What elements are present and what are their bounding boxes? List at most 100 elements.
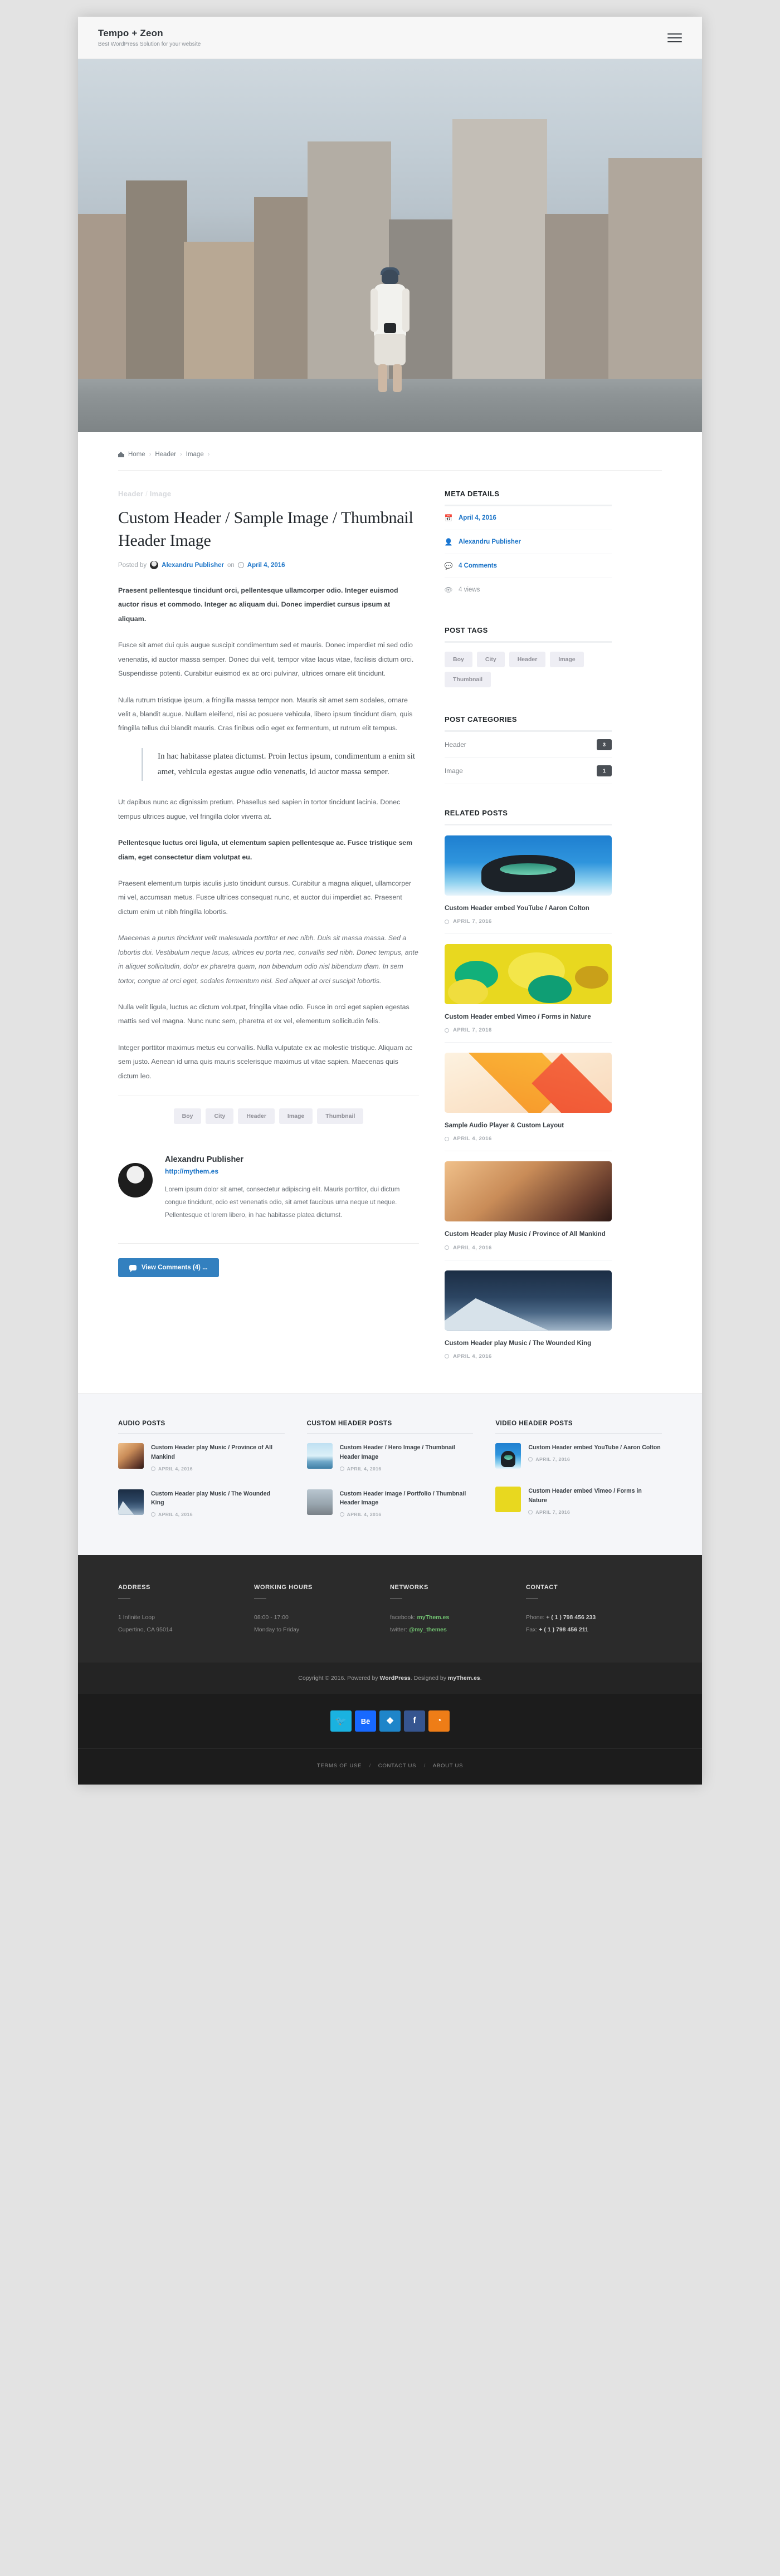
twitter-link[interactable]: @my_themes (409, 1626, 447, 1633)
list-item[interactable]: Custom Header play Music / The Wounded K… (118, 1480, 285, 1527)
post-date-link[interactable]: April 4, 2016 (247, 562, 285, 569)
related-post-date: APRIL 4, 2016 (445, 1353, 612, 1360)
tag-pill[interactable]: Image (550, 652, 584, 667)
list-item[interactable]: Custom Header Image / Portfolio / Thumbn… (306, 1480, 474, 1527)
behance-icon[interactable]: Bē (355, 1710, 376, 1732)
building (126, 180, 187, 381)
meta-detail-date[interactable]: 📅 April 4, 2016 (445, 506, 612, 530)
person-leg-right (393, 364, 402, 392)
footer-link-terms[interactable]: TERMS OF USE (317, 1763, 362, 1769)
twitter-icon[interactable]: 🐦 (330, 1710, 352, 1732)
related-post-thumbnail[interactable] (445, 1161, 612, 1222)
related-post-thumbnail[interactable] (445, 944, 612, 1005)
list-item[interactable]: Custom Header / Hero Image / Thumbnail H… (306, 1434, 474, 1480)
related-post-date-text: APRIL 4, 2016 (453, 1136, 492, 1142)
widget-related-posts: RELATED POSTS Custom Header embed YouTub… (445, 809, 612, 1368)
eyebrow-cat-1[interactable]: Header (118, 490, 143, 498)
comment-icon: 💬 (444, 562, 453, 570)
meta-date-link[interactable]: April 4, 2016 (459, 515, 496, 521)
divider (254, 1598, 266, 1600)
post-thumbnail[interactable] (118, 1489, 144, 1515)
footer-network-facebook[interactable]: facebook: myThem.es (390, 1611, 526, 1624)
label: Fax: (526, 1626, 539, 1634)
list-item[interactable]: Custom Header play Music / Province of A… (118, 1434, 285, 1480)
related-post-thumbnail[interactable] (445, 1053, 612, 1113)
footer-widget-title: AUDIO POSTS (118, 1420, 165, 1427)
post-thumbnail[interactable] (306, 1489, 333, 1515)
facebook-link[interactable]: myThem.es (417, 1614, 449, 1621)
related-post-item[interactable]: Sample Audio Player & Custom Layout APRI… (445, 1043, 612, 1152)
site-branding[interactable]: Tempo + Zeon Best WordPress Solution for… (98, 28, 201, 47)
meta-comments-link[interactable]: 4 Comments (459, 563, 497, 569)
label: facebook: (390, 1614, 417, 1621)
facebook-icon[interactable]: f (404, 1710, 425, 1732)
calendar-icon: 📅 (444, 514, 453, 522)
tag-pill[interactable]: Image (279, 1108, 313, 1125)
related-post-date-text: APRIL 7, 2016 (453, 1027, 492, 1034)
related-post-thumbnail[interactable] (445, 835, 612, 896)
posted-by-label: Posted by (118, 561, 147, 569)
tag-pill[interactable]: Thumbnail (317, 1108, 364, 1125)
related-post-item[interactable]: Custom Header embed Vimeo / Forms in Nat… (445, 934, 612, 1043)
tag-pill[interactable]: Thumbnail (445, 672, 491, 687)
tag-pill[interactable]: City (476, 652, 505, 667)
related-post-thumbnail[interactable] (445, 1270, 612, 1331)
related-post-date-text: APRIL 7, 2016 (453, 918, 492, 925)
widget-title: POST CATEGORIES (445, 715, 517, 724)
meta-detail-comments[interactable]: 💬 4 Comments (445, 554, 612, 578)
breadcrumb-header[interactable]: Header (155, 451, 176, 458)
related-post-item[interactable]: Custom Header play Music / Province of A… (445, 1151, 612, 1260)
tag-pill[interactable]: Boy (445, 652, 472, 667)
author-website-link[interactable]: http://mythem.es (165, 1167, 419, 1175)
wordpress-link[interactable]: WordPress (380, 1675, 411, 1682)
post-thumbnail[interactable] (495, 1486, 521, 1512)
breadcrumb: Home › Header › Image › (118, 451, 662, 458)
post-title: Custom Header play Music / The Wounded K… (151, 1490, 271, 1507)
paragraph: Praesent elementum turpis iaculis justo … (118, 879, 412, 916)
breadcrumb-home[interactable]: Home (128, 451, 145, 458)
post-body: Praesent pellentesque tincidunt orci, pe… (118, 584, 419, 1083)
footer-network-twitter[interactable]: twitter: @my_themes (390, 1624, 526, 1636)
post-thumbnail[interactable] (306, 1443, 333, 1469)
category-row[interactable]: Image 1 (445, 758, 612, 784)
meta-author-link[interactable]: Alexandru Publisher (459, 539, 521, 545)
chevron-right-icon: › (149, 451, 152, 458)
category-count: 1 (596, 765, 612, 776)
designer-link[interactable]: myThem.es (448, 1675, 480, 1682)
footer-link-about[interactable]: ABOUT US (433, 1763, 463, 1769)
paragraph: Fusce sit amet dui quis augue suscipit c… (118, 641, 414, 678)
person-arm-left (370, 289, 378, 332)
post-author-link[interactable]: Alexandru Publisher (162, 562, 224, 569)
post-date: APRIL 4, 2016 (151, 1512, 285, 1517)
footer-widget-title: VIDEO HEADER POSTS (495, 1420, 573, 1427)
tag-pill[interactable]: Header (509, 652, 546, 667)
eyebrow-cat-2[interactable]: Image (150, 490, 172, 498)
related-post-item[interactable]: Custom Header embed YouTube / Aaron Colt… (445, 825, 612, 935)
tag-pill[interactable]: Boy (173, 1108, 202, 1125)
tag-pill[interactable]: Header (238, 1108, 275, 1125)
site-title: Tempo + Zeon (98, 28, 163, 39)
tag-pill[interactable]: City (206, 1108, 234, 1125)
related-post-item[interactable]: Custom Header play Music / The Wounded K… (445, 1260, 612, 1368)
post-title: Custom Header / Hero Image / Thumbnail H… (339, 1444, 455, 1460)
post-thumbnail[interactable] (495, 1443, 521, 1469)
meta-detail-author[interactable]: 👤 Alexandru Publisher (445, 530, 612, 554)
category-row[interactable]: Header 3 (445, 732, 612, 758)
sidebar: META DETAILS 📅 April 4, 2016 👤 Alexandru… (444, 471, 612, 1393)
view-comments-button[interactable]: View Comments (4) ... (118, 1258, 219, 1277)
list-item[interactable]: Custom Header embed Vimeo / Forms in Nat… (495, 1478, 662, 1524)
category-name: Header (445, 741, 466, 749)
post-thumbnail[interactable] (118, 1443, 144, 1469)
hamburger-icon[interactable] (667, 31, 682, 45)
breadcrumb-image[interactable]: Image (186, 451, 204, 458)
list-item[interactable]: Custom Header embed YouTube / Aaron Colt… (495, 1434, 662, 1478)
related-post-date-text: APRIL 4, 2016 (453, 1353, 492, 1360)
widget-title: POST TAGS (445, 626, 488, 634)
footer-link-contact[interactable]: CONTACT US (378, 1763, 416, 1769)
avatar (118, 1163, 153, 1198)
footer-address-line2: Cupertino, CA 95014 (118, 1626, 173, 1634)
widget-title: META DETAILS (445, 490, 500, 498)
rss-icon[interactable]: ◔ (428, 1710, 450, 1732)
dropbox-icon[interactable]: ❖ (379, 1710, 401, 1732)
building (545, 214, 612, 381)
